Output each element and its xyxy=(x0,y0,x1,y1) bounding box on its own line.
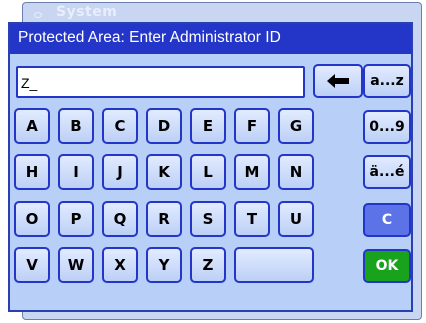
ok-button[interactable]: OK xyxy=(363,249,411,283)
admin-id-input[interactable]: Z_ xyxy=(16,66,305,98)
key-m[interactable]: M xyxy=(234,154,270,190)
key-a[interactable]: A xyxy=(14,108,50,144)
clear-button[interactable]: C xyxy=(363,203,411,237)
key-q[interactable]: Q xyxy=(102,201,138,237)
accented-mode-button[interactable]: ä...é xyxy=(363,155,411,189)
key-s[interactable]: S xyxy=(190,201,226,237)
key-p[interactable]: P xyxy=(58,201,94,237)
key-d[interactable]: D xyxy=(146,108,182,144)
key-h[interactable]: H xyxy=(14,154,50,190)
key-x[interactable]: X xyxy=(102,247,138,283)
background-window-icon xyxy=(34,12,42,18)
space-key[interactable] xyxy=(234,247,314,283)
key-n[interactable]: N xyxy=(278,154,314,190)
dialog-title: Protected Area: Enter Administrator ID xyxy=(10,24,411,54)
key-v[interactable]: V xyxy=(14,247,50,283)
left-arrow-icon xyxy=(327,74,349,88)
key-c[interactable]: C xyxy=(102,108,138,144)
key-u[interactable]: U xyxy=(278,201,314,237)
background-window-title: System xyxy=(56,4,118,20)
key-o[interactable]: O xyxy=(14,201,50,237)
key-i[interactable]: I xyxy=(58,154,94,190)
key-g[interactable]: G xyxy=(278,108,314,144)
key-e[interactable]: E xyxy=(190,108,226,144)
key-t[interactable]: T xyxy=(234,201,270,237)
key-z[interactable]: Z xyxy=(190,247,226,283)
key-k[interactable]: K xyxy=(146,154,182,190)
key-b[interactable]: B xyxy=(58,108,94,144)
lowercase-mode-button[interactable]: a...z xyxy=(363,64,411,98)
backspace-button[interactable] xyxy=(313,64,363,98)
key-j[interactable]: J xyxy=(102,154,138,190)
admin-id-dialog: Protected Area: Enter Administrator ID Z… xyxy=(8,22,413,312)
key-l[interactable]: L xyxy=(190,154,226,190)
key-y[interactable]: Y xyxy=(146,247,182,283)
digits-mode-button[interactable]: 0...9 xyxy=(363,110,411,144)
key-w[interactable]: W xyxy=(58,247,94,283)
key-r[interactable]: R xyxy=(146,201,182,237)
key-f[interactable]: F xyxy=(234,108,270,144)
